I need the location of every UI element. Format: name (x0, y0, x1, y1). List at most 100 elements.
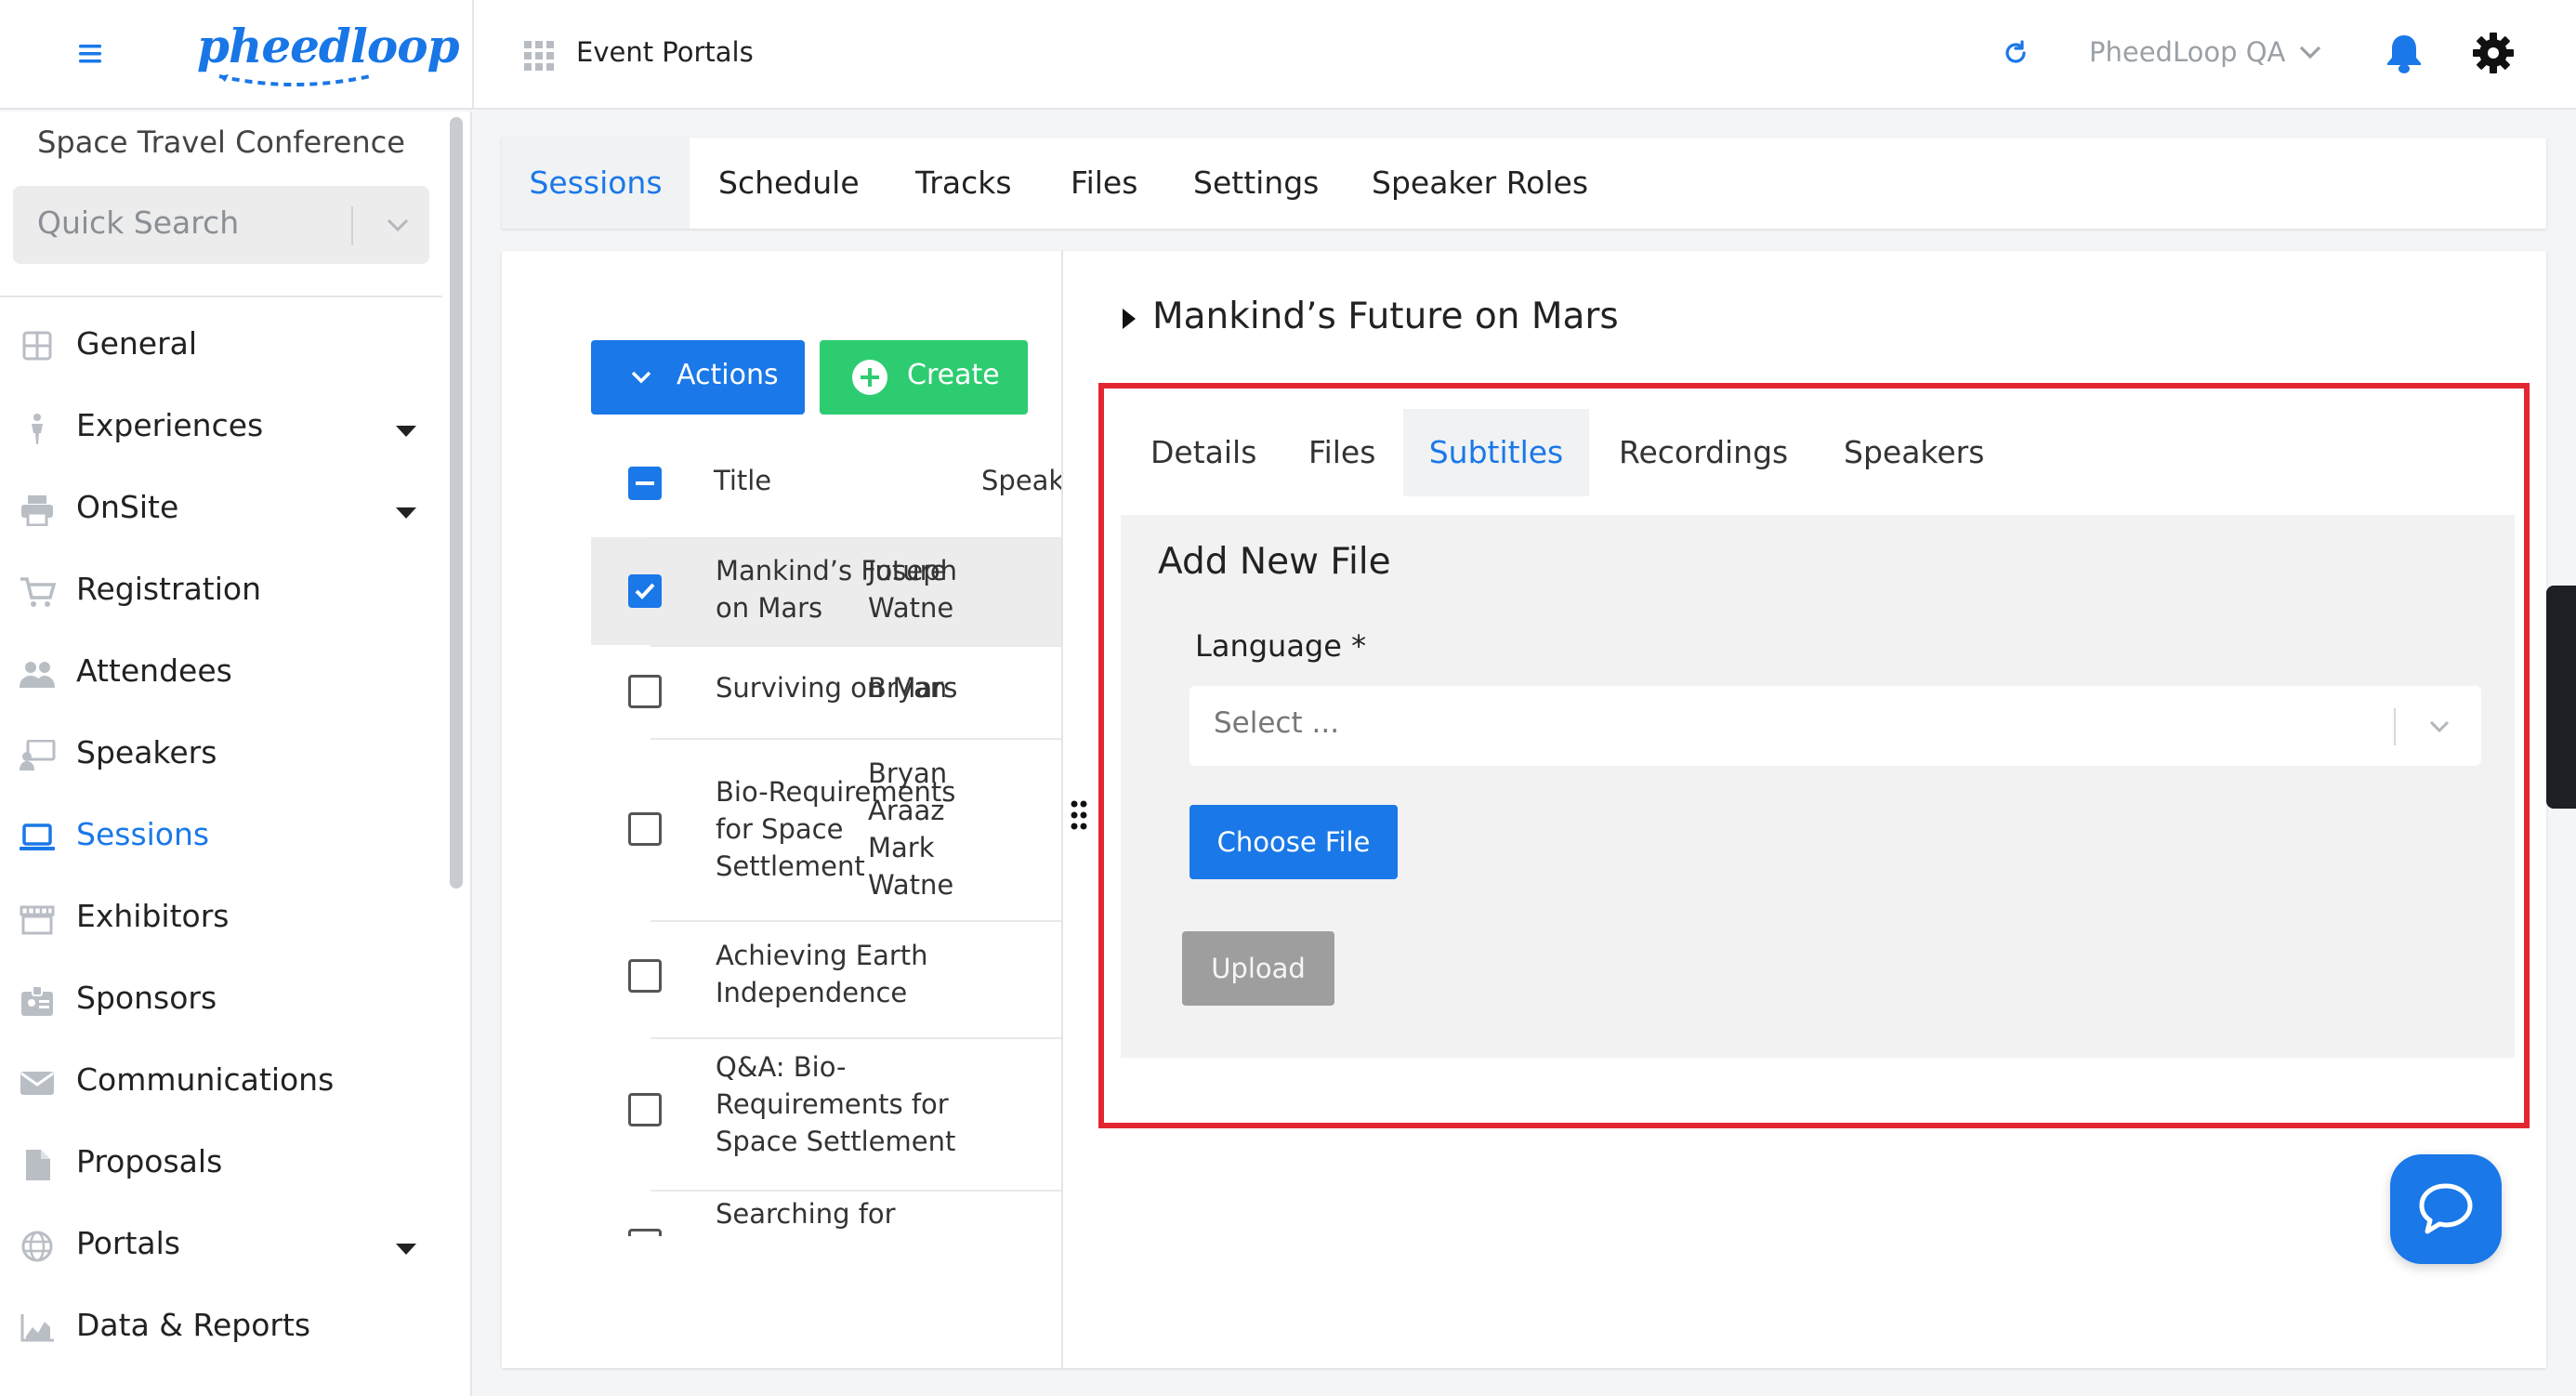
sidebar-item-sponsors[interactable]: Sponsors (0, 959, 442, 1041)
chat-bubble-icon (2419, 1183, 2473, 1234)
caret-down-icon (396, 507, 416, 519)
tab-files[interactable]: Files (1308, 409, 1375, 496)
drag-handle-icon[interactable] (1069, 799, 1089, 831)
table-row[interactable]: Bio-Requirements for Space Settlement Br… (591, 738, 1061, 920)
event-name: Space Travel Conference (37, 125, 405, 160)
table-row[interactable]: Surviving on Mars Bryan (591, 645, 1061, 738)
session-list-pane: Actions Create Title Speak Mankind’s Fut… (502, 251, 1063, 1368)
table-row[interactable]: Mankind’s Future on Mars Joseph Watne (591, 537, 1061, 645)
apps-grid-icon[interactable] (522, 39, 556, 72)
tab-sessions[interactable]: Sessions (502, 138, 690, 229)
printer-icon (21, 495, 53, 526)
sidebar-item-onsite[interactable]: OnSite (0, 468, 442, 550)
organization-selector[interactable]: PheedLoop QA (2089, 32, 2322, 72)
sidebar-item-exhibitors[interactable]: Exhibitors (0, 877, 442, 959)
language-placeholder: Select ... (1214, 706, 1340, 740)
people-icon (20, 662, 55, 688)
row-checkbox[interactable] (628, 1229, 662, 1236)
row-checkbox[interactable] (628, 574, 662, 608)
select-all-checkbox[interactable] (628, 467, 662, 500)
sidebar-divider (0, 296, 442, 297)
table-row[interactable]: Q&A: Bio-Requirements for Space Settleme… (591, 1037, 1061, 1190)
row-divider (651, 1190, 1061, 1192)
caret-down-icon (396, 426, 416, 437)
tab-settings[interactable]: Settings (1193, 138, 1319, 229)
content-card: Actions Create Title Speak Mankind’s Fut… (502, 251, 2546, 1368)
session-speakers: Bryan Araaz Mark Watne (868, 757, 954, 901)
tab-subtitles[interactable]: Subtitles (1403, 409, 1589, 496)
sidebar-item-attendees[interactable]: Attendees (0, 632, 442, 714)
choose-file-button[interactable]: Choose File (1189, 805, 1398, 879)
sidebar-item-sessions[interactable]: Sessions (0, 796, 442, 877)
sidebar-item-registration[interactable]: Registration (0, 550, 442, 632)
sidebar-item-portals[interactable]: Portals (0, 1205, 442, 1286)
sidebar-item-label: Portals (76, 1225, 181, 1261)
settings-gear-icon[interactable] (2472, 32, 2515, 74)
subtitle-upload-panel: Add New File Language * Select ... Choos… (1121, 515, 2515, 1058)
tab-recordings[interactable]: Recordings (1619, 409, 1788, 496)
chevron-down-icon (631, 371, 651, 384)
presenter-icon (20, 740, 56, 770)
sidebar-item-label: OnSite (76, 489, 179, 525)
upload-button[interactable]: Upload (1182, 931, 1334, 1006)
notifications-bell-icon[interactable] (2385, 32, 2424, 74)
tab-details[interactable]: Details (1150, 409, 1256, 496)
sidebar-item-experiences[interactable]: Experiences (0, 387, 442, 468)
sidebar-item-communications[interactable]: Communications (0, 1041, 442, 1123)
row-checkbox[interactable] (628, 675, 662, 708)
grid-icon (22, 331, 52, 361)
sidebar: Space Travel Conference Quick Search Gen… (0, 112, 472, 1396)
mail-icon (20, 1072, 54, 1095)
hamburger-menu-icon[interactable] (74, 41, 106, 67)
sidebar-item-label: Attendees (76, 652, 232, 689)
help-chat-button[interactable] (2390, 1154, 2502, 1264)
actions-button[interactable]: Actions (591, 340, 805, 415)
tab-tracks[interactable]: Tracks (915, 138, 1012, 229)
row-divider (651, 1037, 1061, 1039)
row-divider (651, 537, 1061, 539)
tab-speakers[interactable]: Speakers (1844, 409, 1984, 496)
sidebar-item-general[interactable]: General (0, 305, 442, 387)
caret-down-icon (396, 1244, 416, 1255)
session-title: Q&A: Bio-Requirements for Space Settleme… (716, 1051, 956, 1157)
sidebar-item-label: Sessions (76, 816, 210, 852)
table-row[interactable]: Searching for (591, 1190, 1061, 1236)
sidebar-item-label: Data & Reports (76, 1307, 311, 1343)
session-title: Searching for (716, 1198, 896, 1230)
caret-right-icon (1123, 309, 1136, 329)
actions-label: Actions (677, 359, 779, 391)
sidebar-item-label: Registration (76, 571, 261, 607)
document-icon (26, 1150, 50, 1180)
tab-schedule[interactable]: Schedule (718, 138, 860, 229)
create-button[interactable]: Create (820, 340, 1028, 415)
row-checkbox[interactable] (628, 959, 662, 993)
sidebar-item-label: Sponsors (76, 980, 217, 1016)
sidebar-item-proposals[interactable]: Proposals (0, 1123, 442, 1205)
row-checkbox[interactable] (628, 1093, 662, 1126)
tab-files[interactable]: Files (1071, 138, 1137, 229)
sidebar-scrollbar[interactable] (450, 117, 463, 889)
row-divider (651, 645, 1061, 647)
sidebar-item-data-reports[interactable]: Data & Reports (0, 1286, 442, 1368)
logo-text: pheedloop (197, 19, 460, 73)
refresh-icon[interactable] (2000, 37, 2031, 69)
column-header-title[interactable]: Title (714, 465, 771, 496)
tab-speaker-roles[interactable]: Speaker Roles (1372, 138, 1588, 229)
language-select[interactable]: Select ... (1189, 686, 2481, 766)
column-header-speakers[interactable]: Speak (981, 465, 1061, 496)
table-row[interactable]: Achieving Earth Independence (591, 920, 1061, 1037)
sidebar-item-label: Proposals (76, 1143, 223, 1179)
sidebar-item-speakers[interactable]: Speakers (0, 714, 442, 796)
cart-icon (20, 577, 56, 607)
sidebar-item-label: Communications (76, 1061, 335, 1098)
row-divider (651, 738, 1061, 740)
add-new-file-heading: Add New File (1158, 541, 1391, 583)
laptop-icon (20, 823, 55, 850)
row-checkbox[interactable] (628, 812, 662, 846)
section-title[interactable]: Event Portals (576, 32, 754, 72)
feedback-side-tab[interactable] (2546, 586, 2576, 809)
chevron-down-icon (2429, 720, 2450, 733)
pheedloop-logo[interactable]: pheedloop (197, 15, 460, 91)
quick-search-placeholder: Quick Search (37, 204, 240, 241)
quick-search-select[interactable]: Quick Search (13, 186, 429, 264)
